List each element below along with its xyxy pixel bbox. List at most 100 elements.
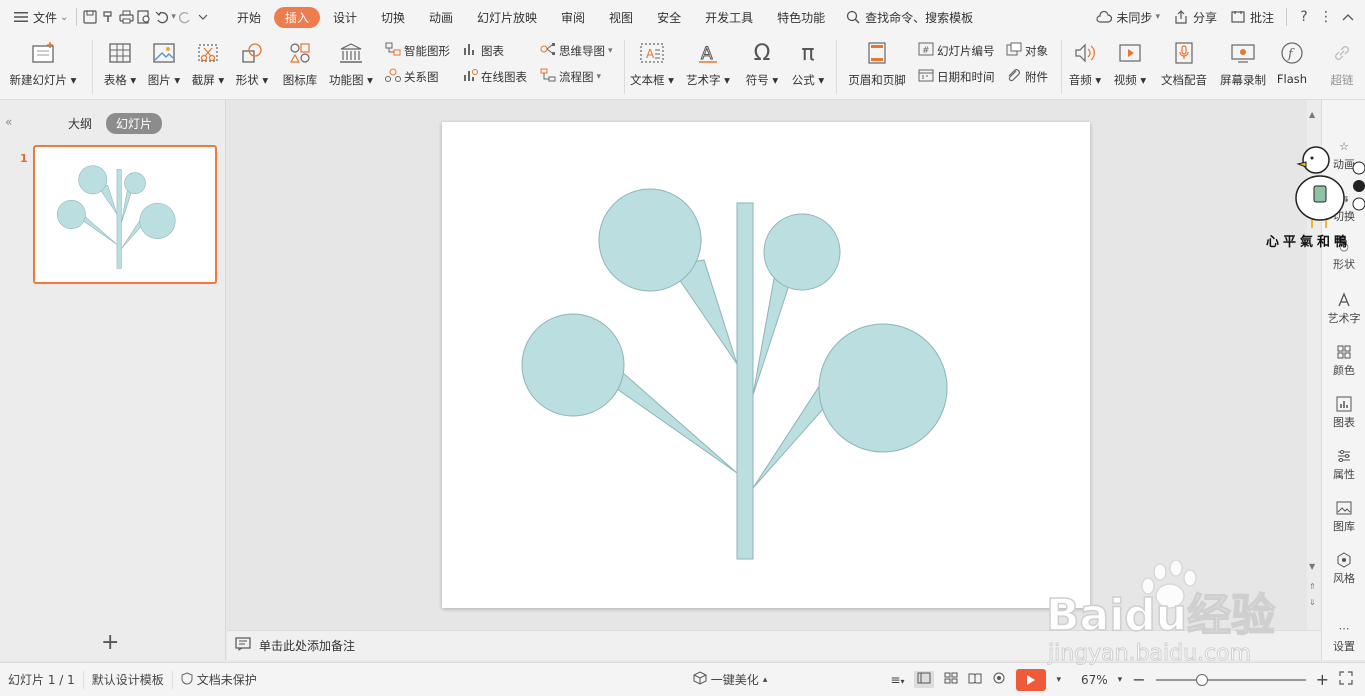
format-painter-icon[interactable]	[99, 8, 117, 26]
audio-button[interactable]: 音频 ▾	[1062, 38, 1108, 88]
sidebar-item-animation[interactable]: ☆ 动画	[1322, 136, 1365, 172]
zoom-level[interactable]: 67%	[1081, 673, 1108, 687]
bar-chart-icon	[1334, 394, 1354, 414]
attachment-button[interactable]: 附件	[1006, 68, 1048, 85]
sidebar-item-transition[interactable]: ⇆ 切换	[1322, 188, 1365, 224]
print-icon[interactable]	[117, 8, 135, 26]
redo-icon[interactable]	[176, 8, 194, 26]
chart-button[interactable]: 图表	[462, 42, 504, 59]
play-slideshow-button[interactable]	[1016, 668, 1047, 691]
prev-page-icon[interactable]: ⇑	[1309, 582, 1316, 591]
tab-insert[interactable]: 插入	[273, 6, 320, 28]
picture-icon	[149, 38, 179, 68]
circle-top-right[interactable]	[763, 213, 841, 291]
tab-design[interactable]: 设计	[322, 7, 368, 28]
tab-developer[interactable]: 开发工具	[694, 7, 764, 28]
mindmap-button[interactable]: 思维导图 ▾	[540, 42, 613, 59]
tab-transition[interactable]: 切换	[370, 7, 416, 28]
slide[interactable]	[442, 122, 1090, 608]
sidebar-item-settings[interactable]: ⋯ 设置	[1322, 618, 1365, 654]
smart-art-button[interactable]: 智能图形	[385, 42, 450, 59]
online-chart-button[interactable]: 在线图表	[462, 68, 527, 85]
tab-home[interactable]: 开始	[226, 7, 272, 28]
icon-library-button[interactable]: 图标库	[272, 38, 328, 88]
reading-view-icon[interactable]	[968, 672, 982, 687]
flash-button[interactable]: f Flash	[1264, 38, 1320, 86]
fit-window-icon[interactable]	[1339, 671, 1353, 688]
scroll-up-icon[interactable]: ▲	[1309, 110, 1315, 119]
tab-animation[interactable]: 动画	[418, 7, 464, 28]
sidebar-item-gallery[interactable]: 图库	[1322, 498, 1365, 534]
zoom-level-dropdown-icon[interactable]: ▾	[1118, 675, 1123, 685]
add-slide-button[interactable]: +	[101, 630, 119, 655]
tab-view[interactable]: 视图	[598, 7, 644, 28]
circle-mid-left[interactable]	[521, 313, 625, 417]
customize-toolbar-icon[interactable]	[194, 8, 212, 26]
slide-number-button[interactable]: # 幻灯片编号	[918, 42, 995, 59]
relation-diagram-button[interactable]: 关系图	[385, 68, 439, 85]
header-footer-button[interactable]: 页眉和页脚	[842, 38, 912, 88]
sidebar-item-wordart[interactable]: 艺术字	[1322, 290, 1365, 326]
function-chart-button[interactable]: 功能图 ▾	[323, 38, 379, 88]
formula-button[interactable]: π 公式 ▾	[780, 38, 836, 88]
object-button[interactable]: 对象	[1006, 42, 1048, 59]
design-template[interactable]: 默认设计模板	[84, 670, 173, 689]
video-button[interactable]: 视频 ▾	[1107, 38, 1153, 88]
circle-mid-right[interactable]	[818, 323, 948, 453]
document-protection[interactable]: 文档未保护	[173, 671, 265, 689]
flowchart-button[interactable]: 流程图 ▾	[540, 68, 601, 85]
save-icon[interactable]	[81, 8, 99, 26]
sidebar-item-shape[interactable]: ○ 形状	[1322, 236, 1365, 272]
tab-security[interactable]: 安全	[646, 7, 692, 28]
tab-outline[interactable]: 大纲	[58, 113, 102, 134]
print-preview-icon[interactable]	[135, 8, 153, 26]
slide-thumbnail[interactable]	[33, 145, 217, 284]
zoom-slider-thumb[interactable]	[1195, 673, 1208, 686]
calendar-icon	[918, 68, 934, 85]
sidebar-item-properties[interactable]: 属性	[1322, 446, 1365, 482]
sidebar-item-chart[interactable]: 图表	[1322, 394, 1365, 430]
notes-bar[interactable]: 单击此处添加备注	[227, 630, 1321, 660]
presenter-view-icon[interactable]	[992, 672, 1006, 687]
share-button[interactable]: 分享	[1168, 5, 1221, 29]
normal-view-icon[interactable]	[914, 671, 935, 688]
collapse-panel-icon[interactable]: «	[5, 115, 12, 129]
vertical-stem[interactable]	[736, 202, 754, 560]
textbox-button[interactable]: A 文本框 ▾	[624, 38, 680, 88]
chevron-down-icon: ▾	[1155, 12, 1160, 22]
scroll-down-icon[interactable]: ▼	[1309, 562, 1315, 571]
tab-special[interactable]: 特色功能	[766, 7, 836, 28]
undo-icon[interactable]	[153, 8, 171, 26]
sidebar-item-color[interactable]: 颜色	[1322, 342, 1365, 378]
comment-button[interactable]: 批注	[1225, 5, 1278, 29]
vertical-scrollbar[interactable]: ▲ ▼ ⇑ ⇓	[1307, 100, 1321, 630]
hyperlink-button[interactable]: 超链	[1318, 38, 1365, 88]
datetime-button[interactable]: 日期和时间	[918, 68, 995, 85]
play-options-icon[interactable]: ▾	[1056, 675, 1061, 685]
notes-toggle-icon[interactable]: ≡▾	[890, 673, 904, 687]
beautify-button[interactable]: 一键美化 ▴	[685, 671, 776, 689]
doc-audio-button[interactable]: 文档配音	[1155, 38, 1213, 88]
circle-top-left[interactable]	[598, 188, 702, 292]
tab-slides[interactable]: 幻灯片	[106, 113, 163, 134]
sidebar-item-style[interactable]: 风格	[1322, 550, 1365, 586]
zoom-in-icon[interactable]: +	[1316, 670, 1329, 689]
help-icon[interactable]: ?	[1295, 8, 1313, 26]
next-page-icon[interactable]: ⇓	[1309, 598, 1316, 607]
collapse-ribbon-icon[interactable]	[1339, 8, 1357, 26]
search-box[interactable]: 查找命令、搜索模板	[840, 5, 977, 29]
shape-icon	[237, 38, 267, 68]
slide-sorter-icon[interactable]	[944, 672, 958, 687]
tab-slideshow[interactable]: 幻灯片放映	[466, 7, 548, 28]
zoom-out-icon[interactable]: −	[1132, 670, 1145, 689]
zoom-slider[interactable]	[1155, 673, 1306, 686]
more-icon[interactable]: ⋮	[1317, 8, 1335, 26]
file-menu-button[interactable]: 文件 ⌄	[8, 5, 72, 29]
picture-label: 图片	[147, 73, 171, 87]
sidebar-item-label: 属性	[1333, 468, 1355, 481]
wordart-button[interactable]: A 艺术字 ▾	[680, 38, 736, 88]
branch-connector-mid-left[interactable]	[609, 371, 738, 474]
new-slide-button[interactable]: 新建幻灯片 ▾	[10, 38, 76, 88]
tab-review[interactable]: 审阅	[550, 7, 596, 28]
sync-button[interactable]: 未同步 ▾	[1091, 5, 1164, 29]
